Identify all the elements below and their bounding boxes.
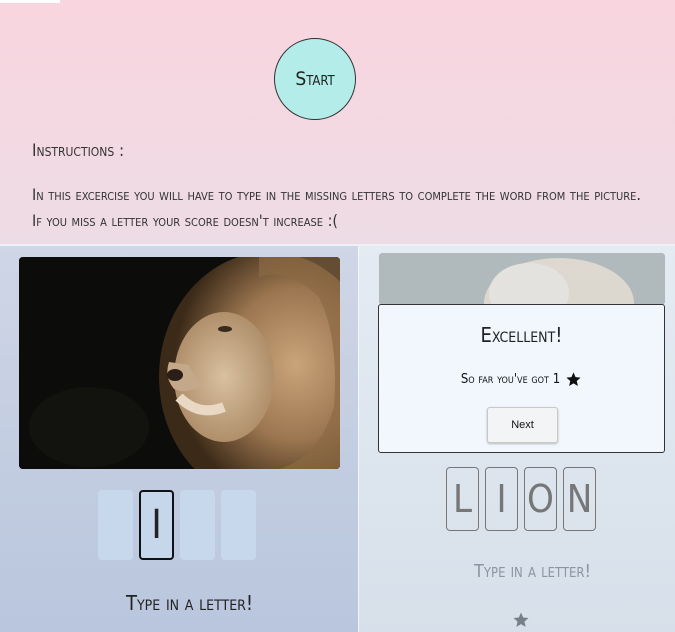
type-letter-prompt-faded: Type in a letter! xyxy=(474,561,592,582)
panel-divider xyxy=(358,244,359,632)
type-letter-prompt: Type in a letter! xyxy=(126,591,254,615)
letter-input-1[interactable] xyxy=(98,490,133,560)
word-letter-1: L xyxy=(446,467,479,531)
dialog-title: Excellent! xyxy=(480,323,563,347)
letter-input-4[interactable] xyxy=(221,490,256,560)
star-icon xyxy=(566,372,581,387)
corner-patch xyxy=(0,0,60,3)
panel-top-border xyxy=(0,244,675,246)
start-button[interactable]: Start xyxy=(274,38,356,120)
lion-photo-faded xyxy=(379,253,665,305)
next-button[interactable]: Next xyxy=(487,407,558,443)
instructions-line-1: In this excercise you will have to type … xyxy=(32,185,642,204)
letter-input-2[interactable]: I xyxy=(139,490,174,560)
word-letter-3: O xyxy=(524,467,557,531)
lion-photo xyxy=(19,257,340,469)
completed-word-row: L I O N xyxy=(446,467,596,531)
dialog-message: So far you've got 1 xyxy=(379,371,664,388)
letter-input-row: I xyxy=(98,490,256,560)
instructions-title: Instructions : xyxy=(32,141,125,161)
word-letter-4: N xyxy=(563,467,596,531)
letter-input-3[interactable] xyxy=(180,490,215,560)
instructions-line-2: If you miss a letter your score doesn't … xyxy=(32,211,339,230)
score-star-icon xyxy=(513,612,529,627)
dialog-message-text: So far you've got 1 xyxy=(460,372,561,387)
word-letter-2: I xyxy=(485,467,518,531)
success-dialog: Excellent! So far you've got 1 Next xyxy=(378,304,665,453)
